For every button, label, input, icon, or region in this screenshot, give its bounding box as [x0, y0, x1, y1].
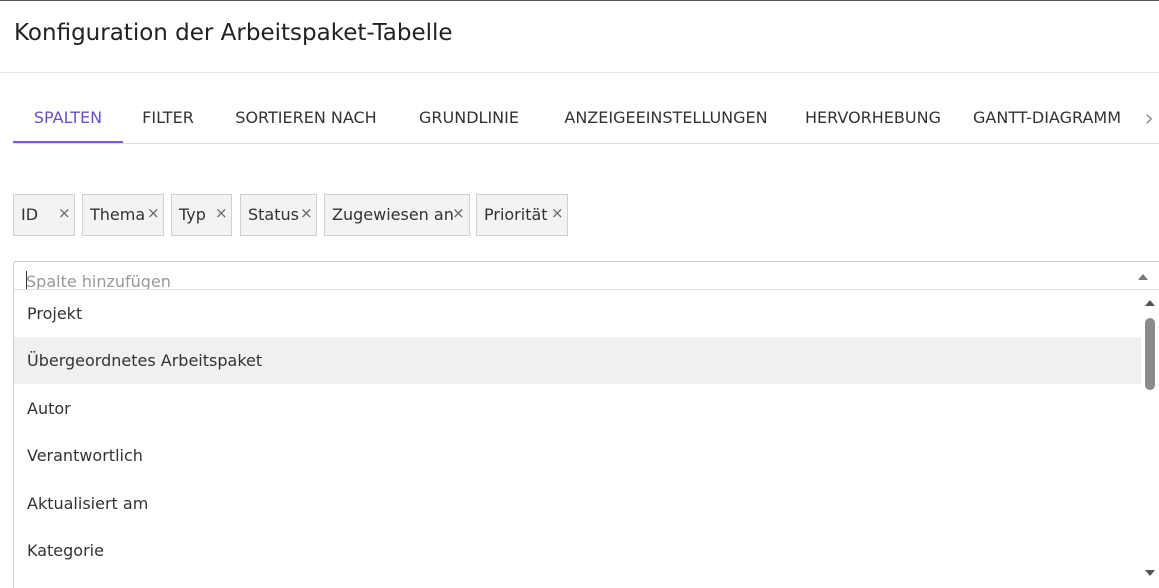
column-chip-zugewiesen-an: Zugewiesen an ×: [324, 194, 470, 236]
modal-header: Konfiguration der Arbeitspaket-Tabelle: [0, 1, 1159, 73]
column-select[interactable]: [13, 261, 1159, 291]
close-icon[interactable]: ×: [147, 204, 160, 222]
scrollbar-thumb[interactable]: [1145, 318, 1155, 390]
column-options-list: Projekt Übergeordnetes Arbeitspaket Auto…: [13, 289, 1159, 588]
column-chip-label: Zugewiesen an: [332, 205, 454, 224]
tab-grundlinie[interactable]: GRUNDLINIE: [408, 95, 530, 143]
tab-filter[interactable]: FILTER: [131, 95, 205, 143]
close-icon[interactable]: ×: [58, 204, 71, 222]
column-chip-typ: Typ ×: [171, 194, 232, 236]
option-projekt[interactable]: Projekt: [14, 290, 1141, 337]
column-chip-status: Status ×: [240, 194, 317, 236]
text-cursor: [26, 271, 27, 290]
scroll-down-arrow-icon[interactable]: [1145, 570, 1155, 576]
column-chip-id: ID ×: [13, 194, 75, 236]
dropdown-scrollbar[interactable]: [1141, 292, 1159, 588]
tab-hervorhebung[interactable]: HERVORHEBUNG: [798, 95, 948, 143]
tab-anzeigeeinstellungen[interactable]: ANZEIGEEINSTELLUNGEN: [551, 95, 781, 143]
tab-bar: SPALTEN FILTER SORTIEREN NACH GRUNDLINIE…: [13, 95, 1159, 144]
tab-spalten[interactable]: SPALTEN: [13, 95, 123, 143]
chevron-right-icon[interactable]: ›: [1139, 102, 1159, 134]
column-chip-label: Priorität: [484, 205, 548, 224]
caret-up-icon[interactable]: [1138, 274, 1148, 280]
column-chip-thema: Thema ×: [82, 194, 164, 236]
close-icon[interactable]: ×: [215, 204, 228, 222]
option-aktualisiert-am[interactable]: Aktualisiert am: [14, 480, 1141, 527]
column-chip-label: ID: [21, 205, 39, 224]
close-icon[interactable]: ×: [300, 204, 313, 222]
column-chip-label: Typ: [179, 205, 206, 224]
close-icon[interactable]: ×: [551, 204, 564, 222]
scroll-up-arrow-icon[interactable]: [1145, 300, 1155, 306]
add-column-input[interactable]: [26, 271, 1106, 291]
column-chip-prioritaet: Priorität ×: [476, 194, 568, 236]
option-autor[interactable]: Autor: [14, 385, 1141, 432]
close-icon[interactable]: ×: [452, 204, 465, 222]
column-chip-label: Thema: [90, 205, 146, 224]
option-uebergeordnetes-arbeitspaket[interactable]: Übergeordnetes Arbeitspaket: [14, 337, 1141, 384]
column-chip-label: Status: [248, 205, 299, 224]
modal-title: Konfiguration der Arbeitspaket-Tabelle: [14, 20, 453, 46]
option-verantwortlich[interactable]: Verantwortlich: [14, 432, 1141, 479]
option-kategorie[interactable]: Kategorie: [14, 527, 1141, 574]
tab-sortieren-nach[interactable]: SORTIEREN NACH: [223, 95, 389, 143]
